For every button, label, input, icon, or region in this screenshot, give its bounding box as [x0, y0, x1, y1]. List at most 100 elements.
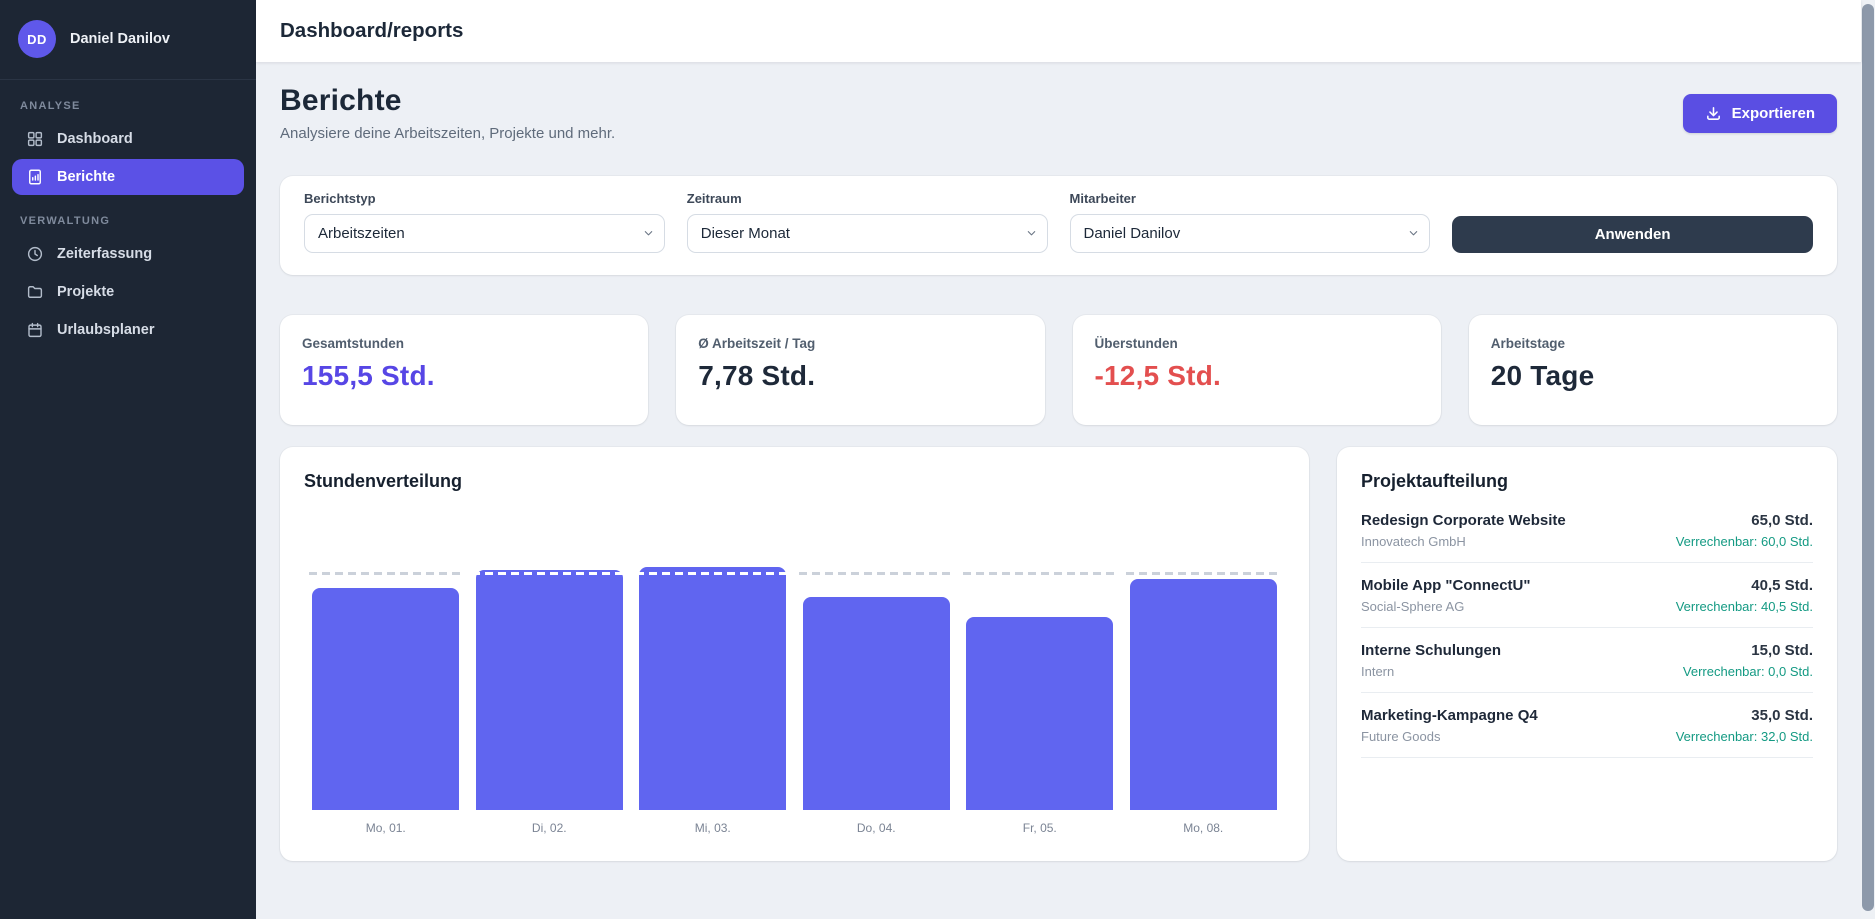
employee-field: Mitarbeiter Daniel Danilov	[1070, 191, 1431, 253]
bar-fr-05-[interactable]	[966, 617, 1113, 810]
x-axis-label: Mo, 01.	[304, 821, 468, 835]
stat-card-overtime: Überstunden -12,5 Std.	[1073, 315, 1441, 425]
chart-title: Stundenverteilung	[304, 471, 1285, 492]
stat-value: 155,5 Std.	[302, 360, 626, 392]
filter-bar: BerichtstypArbeitszeitenZeitraumDieser M…	[280, 176, 1837, 275]
nav-section-label: ANALYSE	[20, 100, 236, 112]
bar-slot	[1122, 492, 1286, 810]
project-billable-hours: Verrechenbar: 32,0 Std.	[1676, 729, 1813, 744]
project-billable-hours: Verrechenbar: 60,0 Std.	[1676, 534, 1813, 549]
apply-button[interactable]: Anwenden	[1452, 216, 1813, 253]
target-line-segment	[1126, 572, 1280, 575]
sidebar-item-label: Dashboard	[57, 131, 133, 147]
sidebar-item-label: Urlaubsplaner	[57, 322, 155, 338]
target-line-segment	[799, 572, 953, 575]
sidebar-item-projekte[interactable]: Projekte	[12, 274, 244, 310]
project-client: Social-Sphere AG	[1361, 599, 1531, 614]
select-value: Daniel Danilov	[1084, 225, 1181, 242]
report-type-select[interactable]: Arbeitszeiten	[304, 214, 665, 253]
bar-slot	[958, 492, 1122, 810]
bar-slot	[631, 492, 795, 810]
x-axis-label: Mo, 08.	[1122, 821, 1286, 835]
chevron-down-icon	[643, 225, 654, 242]
chevron-down-icon	[1408, 225, 1419, 242]
project-name: Redesign Corporate Website	[1361, 512, 1566, 529]
main-area: Dashboard/reports Berichte Analysiere de…	[256, 0, 1861, 919]
sidebar-item-urlaubsplaner[interactable]: Urlaubsplaner	[12, 312, 244, 348]
page-subtitle: Analysiere deine Arbeitszeiten, Projekte…	[280, 125, 615, 142]
project-billable-hours: Verrechenbar: 40,5 Std.	[1676, 599, 1813, 614]
nav-section-label: VERWALTUNG	[20, 215, 236, 227]
sidebar-item-label: Projekte	[57, 284, 114, 300]
grid-icon	[26, 130, 44, 148]
project-row-interne-schulungen: Interne SchulungenIntern15,0 Std.Verrech…	[1361, 628, 1813, 693]
bar-mi-03-[interactable]	[639, 567, 786, 810]
project-hours-block: 35,0 Std.Verrechenbar: 32,0 Std.	[1676, 707, 1813, 744]
project-client: Intern	[1361, 664, 1501, 679]
select-value: Arbeitszeiten	[318, 225, 405, 242]
stat-cards: Gesamtstunden155,5 Std. Ø Arbeitszeit / T…	[280, 315, 1837, 425]
stat-value: 20 Tage	[1491, 360, 1815, 392]
project-info: Marketing-Kampagne Q4Future Goods	[1361, 707, 1538, 744]
stat-value: 7,78 Std.	[698, 360, 1022, 392]
chart-x-axis-labels: Mo, 01.Di, 02.Mi, 03.Do, 04.Fr, 05.Mo, 0…	[304, 821, 1285, 835]
project-row-redesign-corporate-website: Redesign Corporate Website Innovatech Gmb…	[1361, 498, 1813, 563]
hours-distribution-card: Stundenverteilung Mo, 01.Di, 02.Mi, 03.D…	[280, 447, 1309, 861]
project-list: Redesign Corporate Website Innovatech Gmb…	[1361, 498, 1813, 758]
sidebar-item-zeiterfassung[interactable]: Zeiterfassung	[12, 236, 244, 272]
report-type-label: Berichtstyp	[304, 191, 665, 206]
sidebar-item-dashboard[interactable]: Dashboard	[12, 121, 244, 157]
project-info: Mobile App "ConnectU" Social-Sphere AG	[1361, 577, 1531, 614]
window-title: Dashboard/reports	[280, 19, 463, 43]
period-select[interactable]: Dieser Monat	[687, 214, 1048, 253]
bar-do-04-[interactable]	[803, 597, 950, 810]
export-button[interactable]: Exportieren	[1683, 94, 1837, 133]
project-breakdown-card: Projektaufteilung Redesign Corporate Web…	[1337, 447, 1837, 861]
bar-slot	[468, 492, 632, 810]
stat-label: Ø Arbeitszeit / Tag	[698, 336, 1022, 351]
stat-value: -12,5 Std.	[1095, 360, 1419, 392]
folder-icon	[26, 283, 44, 301]
user-profile[interactable]: DD Daniel Danilov	[0, 0, 256, 78]
stat-card-total-hours: Gesamtstunden155,5 Std.	[280, 315, 648, 425]
project-client: Innovatech GmbH	[1361, 534, 1566, 549]
stat-label: Überstunden	[1095, 336, 1419, 351]
project-name: Mobile App "ConnectU"	[1361, 577, 1531, 594]
page-header: Berichte Analysiere deine Arbeitszeiten,…	[280, 84, 1837, 142]
app-root: DD Daniel Danilov ANALYSE Dashboard Berich…	[0, 0, 1875, 919]
sidebar-item-berichte[interactable]: Berichte	[12, 159, 244, 195]
sidebar-nav: ANALYSE Dashboard Berichte VERWALTUNG Zeiter…	[0, 100, 256, 348]
download-icon	[1705, 105, 1722, 122]
topbar: Dashboard/reports	[256, 0, 1861, 62]
report-icon	[26, 168, 44, 186]
projects-title: Projektaufteilung	[1361, 471, 1813, 492]
scrollbar-thumb[interactable]	[1862, 4, 1874, 911]
scrollbar[interactable]	[1861, 0, 1875, 919]
project-row-marketing-kampagne-q4: Marketing-Kampagne Q4Future Goods 35,0 St…	[1361, 693, 1813, 758]
export-button-label: Exportieren	[1732, 105, 1815, 122]
target-line-segment	[472, 572, 626, 575]
report-type-field: Berichtstyp Arbeitszeiten	[304, 191, 665, 253]
target-line-segment	[636, 572, 790, 575]
chevron-down-icon	[1026, 225, 1037, 242]
sidebar: DD Daniel Danilov ANALYSE Dashboard Berich…	[0, 0, 256, 919]
x-axis-label: Di, 02.	[468, 821, 632, 835]
avatar: DD	[18, 20, 56, 58]
bar-mo-01-[interactable]	[312, 588, 459, 810]
bar-mo-08-[interactable]	[1130, 579, 1277, 810]
project-hours: 65,0 Std.	[1676, 512, 1813, 529]
x-axis-label: Mi, 03.	[631, 821, 795, 835]
bar-di-02-[interactable]	[476, 570, 623, 810]
stat-card-avg-hours-per-day: Ø Arbeitszeit / Tag 7,78 Std.	[676, 315, 1044, 425]
x-axis-label: Fr, 05.	[958, 821, 1122, 835]
project-info: Redesign Corporate Website Innovatech Gmb…	[1361, 512, 1566, 549]
project-client: Future Goods	[1361, 729, 1538, 744]
project-hours-block: 40,5 Std.Verrechenbar: 40,5 Std.	[1676, 577, 1813, 614]
select-value: Dieser Monat	[701, 225, 790, 242]
sidebar-divider	[0, 79, 256, 80]
calendar-icon	[26, 321, 44, 339]
page-header-text: Berichte Analysiere deine Arbeitszeiten,…	[280, 84, 615, 142]
employee-label: Mitarbeiter	[1070, 191, 1431, 206]
project-billable-hours: Verrechenbar: 0,0 Std.	[1683, 664, 1813, 679]
employee-select[interactable]: Daniel Danilov	[1070, 214, 1431, 253]
